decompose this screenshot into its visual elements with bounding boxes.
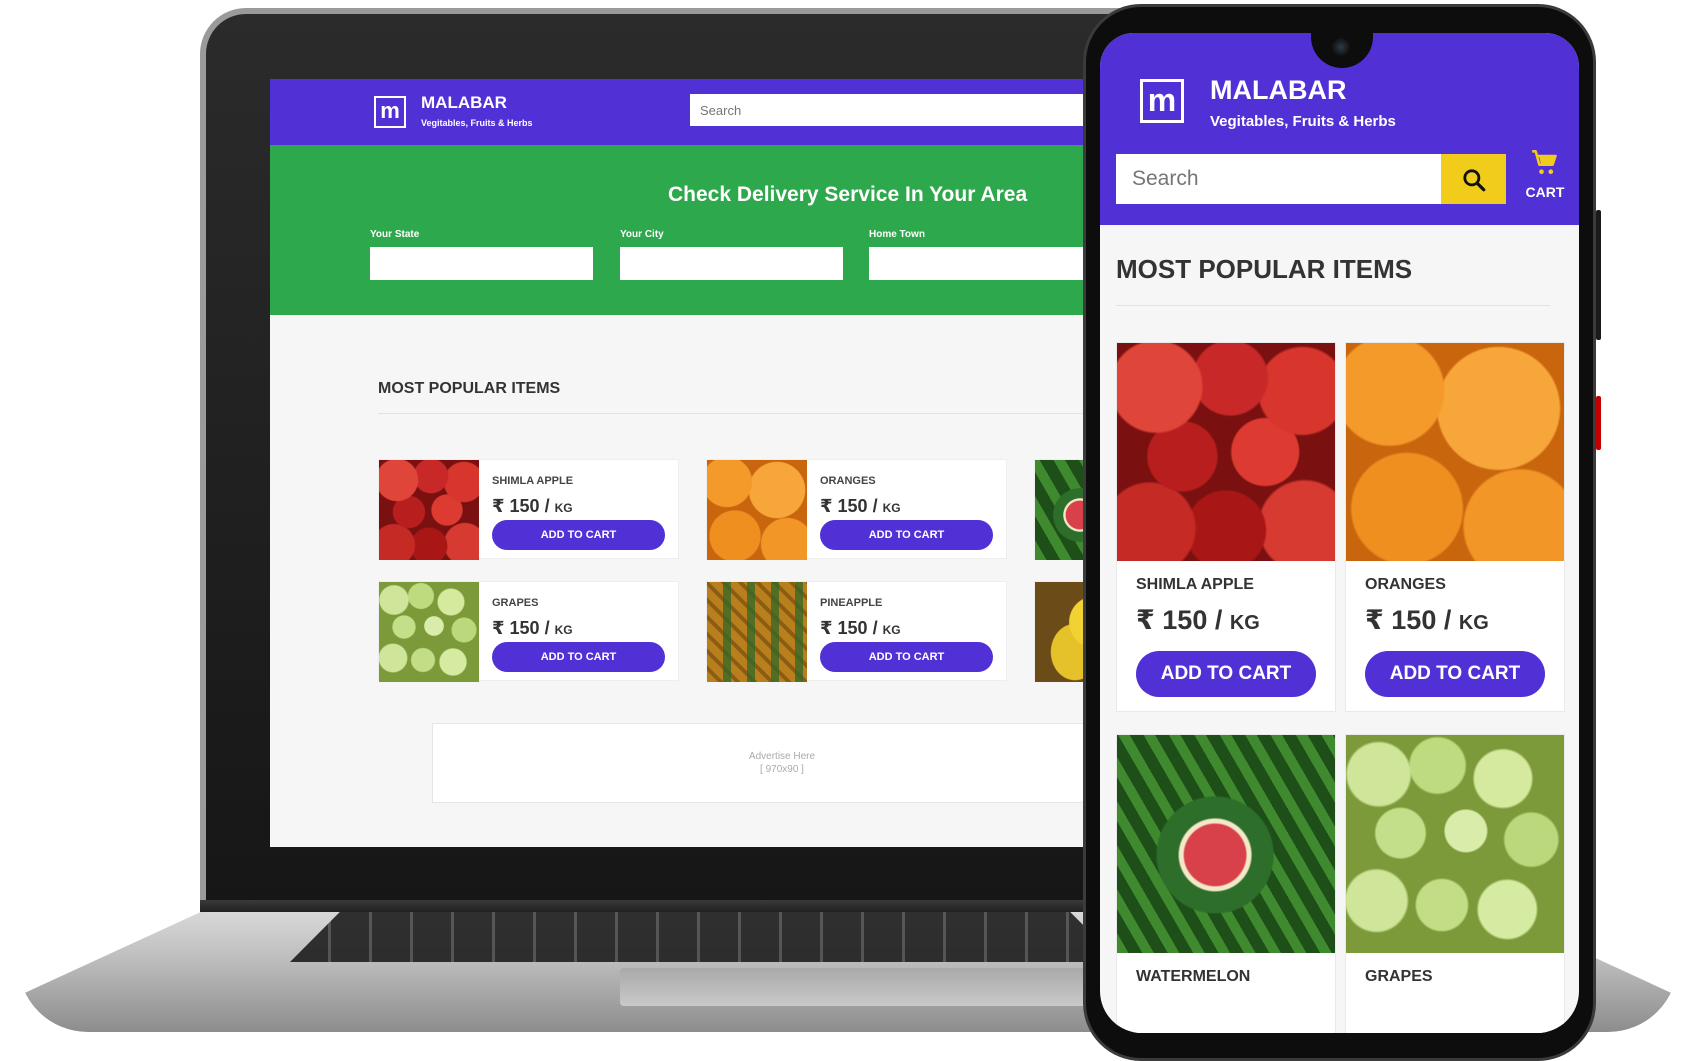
brand-name: MALABAR: [421, 93, 507, 112]
state-label: Your State: [370, 229, 420, 240]
site-header: m MALABAR Vegitables, Fruits & Herbs: [270, 79, 1130, 145]
product-price: ₹ 150 / KG: [1136, 605, 1260, 635]
product-price: ₹ 150 / KG: [820, 496, 901, 516]
orange-image[interactable]: [1346, 343, 1564, 561]
product-name: PINEAPPLE: [820, 597, 883, 609]
phone-side-button: [1596, 210, 1601, 340]
watermelon-image[interactable]: [1117, 735, 1335, 953]
section-title: MOST POPULAR ITEMS: [1116, 254, 1413, 284]
delivery-title: Check Delivery Service In Your Area: [668, 183, 1028, 206]
ad-size: [ 970x90 ]: [760, 764, 804, 775]
laptop-trackpad: [620, 968, 1100, 1006]
add-to-cart-button[interactable]: ADD TO CART: [820, 520, 993, 550]
product-card: GRAPES: [1345, 734, 1565, 1033]
section-title: MOST POPULAR ITEMS: [378, 380, 561, 397]
pineapple-image[interactable]: [707, 582, 807, 682]
apple-image[interactable]: [379, 460, 479, 560]
product-card: SHIMLA APPLE ₹ 150 / KG ADD TO CART: [378, 459, 679, 560]
product-name: GRAPES: [1365, 968, 1433, 985]
product-card: PINEAPPLE ₹ 150 / KG ADD TO CART: [706, 581, 1007, 682]
state-field[interactable]: [370, 247, 593, 280]
product-card: ORANGES ₹ 150 / KG ADD TO CART: [706, 459, 1007, 560]
ad-text: Advertise Here: [748, 751, 816, 762]
product-name: ORANGES: [1365, 576, 1446, 593]
phone-screen: m MALABAR Vegitables, Fruits & Herbs CAR…: [1100, 33, 1579, 1033]
advertisement-banner[interactable]: Advertise Here [ 970x90 ]: [432, 723, 1130, 803]
product-card: ORANGES ₹ 150 / KG ADD TO CART: [1345, 342, 1565, 712]
section-divider: [378, 413, 1130, 414]
product-card: GRAPES ₹ 150 / KG ADD TO CART: [378, 581, 679, 682]
brand-tagline: Vegitables, Fruits & Herbs: [421, 118, 533, 128]
laptop-screen: m MALABAR Vegitables, Fruits & Herbs Che…: [270, 79, 1130, 847]
hometown-label: Home Town: [869, 229, 925, 240]
search-input[interactable]: [690, 94, 1110, 126]
add-to-cart-button[interactable]: ADD TO CART: [1365, 651, 1545, 697]
orange-image[interactable]: [707, 460, 807, 560]
product-name: SHIMLA APPLE: [1136, 576, 1254, 593]
camera-icon: [1332, 38, 1350, 56]
product-name: ORANGES: [820, 475, 876, 487]
city-label: Your City: [620, 229, 664, 240]
product-name: GRAPES: [492, 597, 539, 609]
product-price: ₹ 150 / KG: [1365, 605, 1489, 635]
phone-power-button: [1596, 396, 1601, 450]
product-price: ₹ 150 / KG: [492, 618, 573, 638]
section-divider: [1116, 305, 1550, 306]
logo-icon[interactable]: m: [1140, 79, 1184, 123]
product-card: WATERMELON: [1116, 734, 1336, 1033]
cart-icon: [1532, 150, 1557, 175]
laptop-keyboard: [290, 912, 1120, 962]
apple-image[interactable]: [1117, 343, 1335, 561]
laptop-hinge: [200, 900, 1200, 914]
search-icon: [1462, 168, 1485, 191]
search-input[interactable]: [1116, 154, 1441, 204]
cart-button[interactable]: CART: [1520, 149, 1570, 209]
city-field[interactable]: [620, 247, 843, 280]
product-price: ₹ 150 / KG: [820, 618, 901, 638]
logo-icon[interactable]: m: [374, 96, 406, 128]
product-card: SHIMLA APPLE ₹ 150 / KG ADD TO CART: [1116, 342, 1336, 712]
add-to-cart-button[interactable]: ADD TO CART: [492, 642, 665, 672]
product-name: WATERMELON: [1136, 968, 1251, 985]
product-price: ₹ 150 / KG: [492, 496, 573, 516]
product-name: SHIMLA APPLE: [492, 475, 574, 487]
brand-tagline: Vegitables, Fruits & Herbs: [1210, 113, 1396, 130]
cart-label: CART: [1525, 184, 1565, 200]
grape-image[interactable]: [379, 582, 479, 682]
add-to-cart-button[interactable]: ADD TO CART: [1136, 651, 1316, 697]
search-button[interactable]: [1441, 154, 1506, 204]
delivery-check-panel: Check Delivery Service In Your Area Your…: [270, 145, 1130, 315]
add-to-cart-button[interactable]: ADD TO CART: [492, 520, 665, 550]
add-to-cart-button[interactable]: ADD TO CART: [820, 642, 993, 672]
hometown-field[interactable]: [869, 247, 1092, 280]
grape-image[interactable]: [1346, 735, 1564, 953]
brand-name: MALABAR: [1210, 75, 1347, 105]
